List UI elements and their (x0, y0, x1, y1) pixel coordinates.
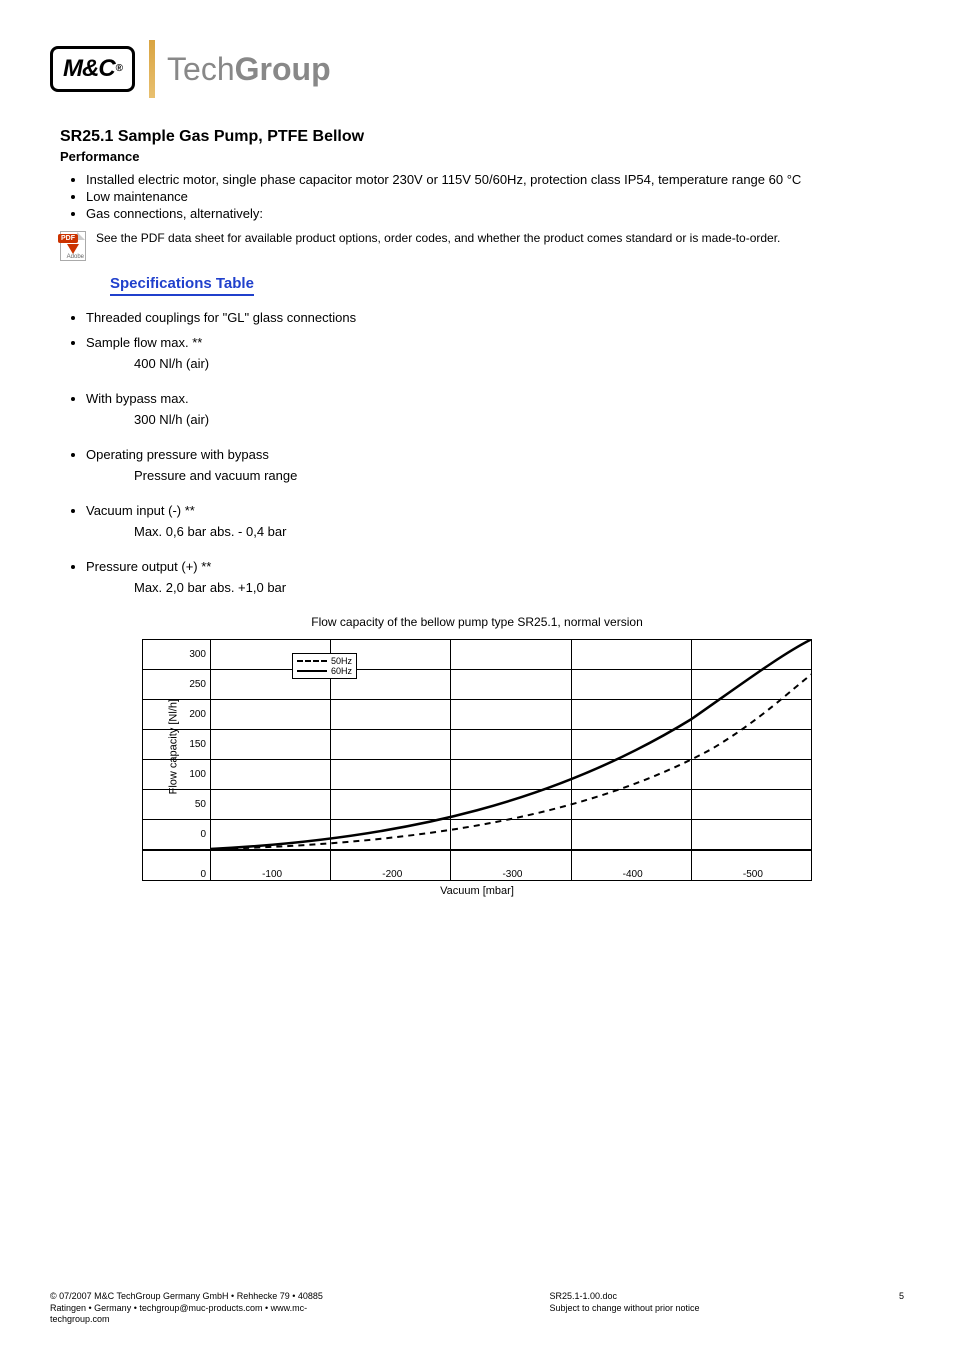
chart-x-label: Vacuum [mbar] (142, 885, 812, 897)
chart-legend: 50Hz 60Hz (292, 653, 357, 679)
section-heading: Specifications Table (110, 275, 254, 296)
y-tick: 150 (143, 730, 211, 760)
footer-mid: SR25.1-1.00.doc Subject to change withou… (549, 1291, 699, 1326)
footer-doc: SR25.1-1.00.doc (549, 1291, 699, 1303)
y-tick: 100 (143, 760, 211, 790)
spec-label: Pressure output (+) ** (86, 559, 904, 574)
spec-value: Max. 0,6 bar abs. - 0,4 bar (134, 524, 904, 539)
y-tick: 300 (143, 640, 211, 670)
spec-item: Vacuum input (-) ** Max. 0,6 bar abs. - … (86, 503, 904, 539)
spec-value: 300 Nl/h (air) (134, 412, 904, 427)
legend-50hz: 50Hz (331, 656, 352, 666)
pdf-icon: PDF Adobe (60, 231, 86, 261)
pdf-note-text: See the PDF data sheet for available pro… (96, 231, 780, 247)
mc-badge: M&C® (50, 46, 135, 92)
reg-mark: ® (116, 64, 122, 74)
list-item: Low maintenance (86, 189, 904, 204)
spec-label: Sample flow max. ** (86, 335, 904, 350)
spec-item: Operating pressure with bypass Pressure … (86, 447, 904, 483)
y-tick: 50 (143, 790, 211, 820)
spec-label: Operating pressure with bypass (86, 447, 904, 462)
logo-divider (149, 40, 155, 98)
spec-value: 400 Nl/h (air) (134, 356, 904, 371)
chart-grid: 300 250 200 150 100 50 0 (142, 639, 812, 850)
footer: © 07/2007 M&C TechGroup Germany GmbH • R… (50, 1291, 904, 1326)
mc-text: M&C (63, 57, 115, 81)
logo: M&C® TechGroup (50, 40, 331, 98)
x-tick: -400 (571, 851, 691, 881)
title-block: SR25.1 Sample Gas Pump, PTFE Bellow Perf… (60, 128, 904, 164)
x-tick: 0 (143, 851, 211, 881)
x-tick: -500 (691, 851, 811, 881)
spec-item: With bypass max. 300 Nl/h (air) (86, 391, 904, 427)
brand-group: Group (235, 51, 331, 87)
y-tick: 0 (143, 820, 211, 850)
feature-list: Installed electric motor, single phase c… (86, 172, 904, 221)
spec-item: Pressure output (+) ** Max. 2,0 bar abs.… (86, 559, 904, 595)
page-title: SR25.1 Sample Gas Pump, PTFE Bellow (60, 128, 904, 146)
list-item: Threaded couplings for "GL" glass connec… (86, 310, 904, 325)
chart-title: Flow capacity of the bellow pump type SR… (50, 615, 904, 629)
list-item: Gas connections, alternatively: (86, 206, 904, 221)
x-tick: -300 (451, 851, 571, 881)
page-subtitle: Performance (60, 149, 904, 164)
spec-label: Vacuum input (-) ** (86, 503, 904, 518)
brand-tech: Tech (167, 51, 235, 87)
footer-disclaimer: Subject to change without prior notice (549, 1303, 699, 1315)
footer-page: 5 (899, 1291, 904, 1326)
list-item: Installed electric motor, single phase c… (86, 172, 904, 187)
chart: Flow capacity [Nl/h] 300 250 200 150 100… (142, 639, 812, 897)
header: M&C® TechGroup (50, 40, 904, 98)
pdf-note-row: PDF Adobe See the PDF data sheet for ava… (60, 231, 904, 261)
spec-item: Sample flow max. ** 400 Nl/h (air) (86, 335, 904, 371)
spec-value: Pressure and vacuum range (134, 468, 904, 483)
spec-list: Threaded couplings for "GL" glass connec… (86, 310, 904, 595)
chart-x-ticks: 0 -100 -200 -300 -400 -500 (142, 850, 812, 881)
footer-left: © 07/2007 M&C TechGroup Germany GmbH • R… (50, 1291, 350, 1326)
x-tick: -100 (211, 851, 331, 881)
spec-label: With bypass max. (86, 391, 904, 406)
x-tick: -200 (331, 851, 451, 881)
y-tick: 200 (143, 700, 211, 730)
y-tick: 250 (143, 670, 211, 700)
spec-value: Max. 2,0 bar abs. +1,0 bar (134, 580, 904, 595)
brand-text: TechGroup (167, 51, 331, 88)
legend-60hz: 60Hz (331, 666, 352, 676)
